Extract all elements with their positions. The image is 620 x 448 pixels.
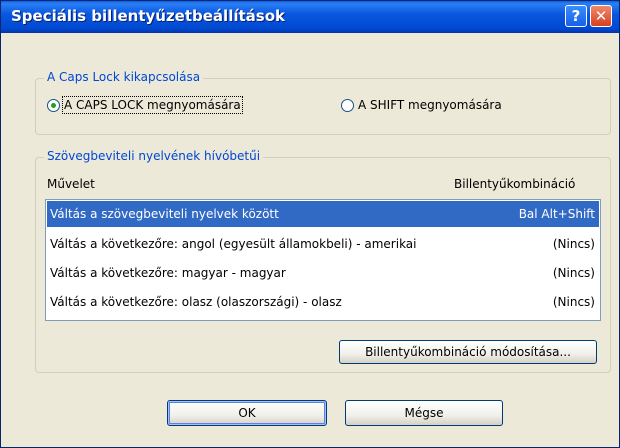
list-item[interactable]: Váltás a következőre: olasz (olaszország…: [47, 289, 599, 315]
ok-button[interactable]: OK: [167, 400, 327, 426]
dialog-window: Speciális billentyűzetbeállítások ? ✕ A …: [0, 0, 620, 448]
list-item-hotkey: (Nincs): [552, 295, 595, 309]
radio-shift-circle[interactable]: [341, 98, 354, 112]
list-item-hotkey: (Nincs): [552, 266, 595, 280]
column-header-action: Művelet: [47, 177, 95, 191]
title-bar[interactable]: Speciális billentyűzetbeállítások ? ✕: [1, 1, 619, 33]
column-header-hotkey: Billentyűkombináció: [454, 177, 576, 191]
help-button[interactable]: ?: [565, 5, 587, 27]
cancel-button[interactable]: Mégse: [345, 400, 503, 426]
radio-caps-lock-label[interactable]: A CAPS LOCK megnyomására: [62, 96, 243, 114]
window-title: Speciális billentyűzetbeállítások: [11, 7, 285, 25]
hotkeys-group-legend: Szövegbeviteli nyelvének hívóbetűi: [44, 149, 264, 163]
list-item[interactable]: Váltás a szövegbeviteli nyelvek között B…: [47, 201, 599, 227]
radio-caps-lock-circle[interactable]: [47, 98, 60, 112]
list-item-action: Váltás a következőre: magyar - magyar: [50, 266, 286, 280]
caps-lock-group-legend: A Caps Lock kikapcsolása: [44, 70, 204, 84]
list-item-action: Váltás a következőre: olasz (olaszország…: [50, 295, 342, 309]
list-item-hotkey: Bal Alt+Shift: [518, 207, 595, 221]
change-hotkey-button[interactable]: Billentyűkombináció módosítása...: [339, 340, 597, 364]
radio-selected-dot: [51, 102, 56, 108]
radio-shift[interactable]: A SHIFT megnyomására: [341, 98, 502, 112]
list-item[interactable]: Váltás a következőre: magyar - magyar (N…: [47, 260, 599, 286]
hotkeys-list[interactable]: Váltás a szövegbeviteli nyelvek között B…: [45, 199, 601, 321]
radio-caps-lock[interactable]: A CAPS LOCK megnyomására: [47, 96, 243, 114]
list-item-action: Váltás a szövegbeviteli nyelvek között: [50, 207, 279, 221]
list-item[interactable]: Váltás a következőre: angol (egyesült ál…: [47, 231, 599, 257]
list-item-hotkey: (Nincs): [552, 237, 595, 251]
radio-shift-label[interactable]: A SHIFT megnyomására: [358, 98, 502, 112]
close-button[interactable]: ✕: [590, 5, 612, 27]
list-item-action: Váltás a következőre: angol (egyesült ál…: [50, 237, 417, 251]
